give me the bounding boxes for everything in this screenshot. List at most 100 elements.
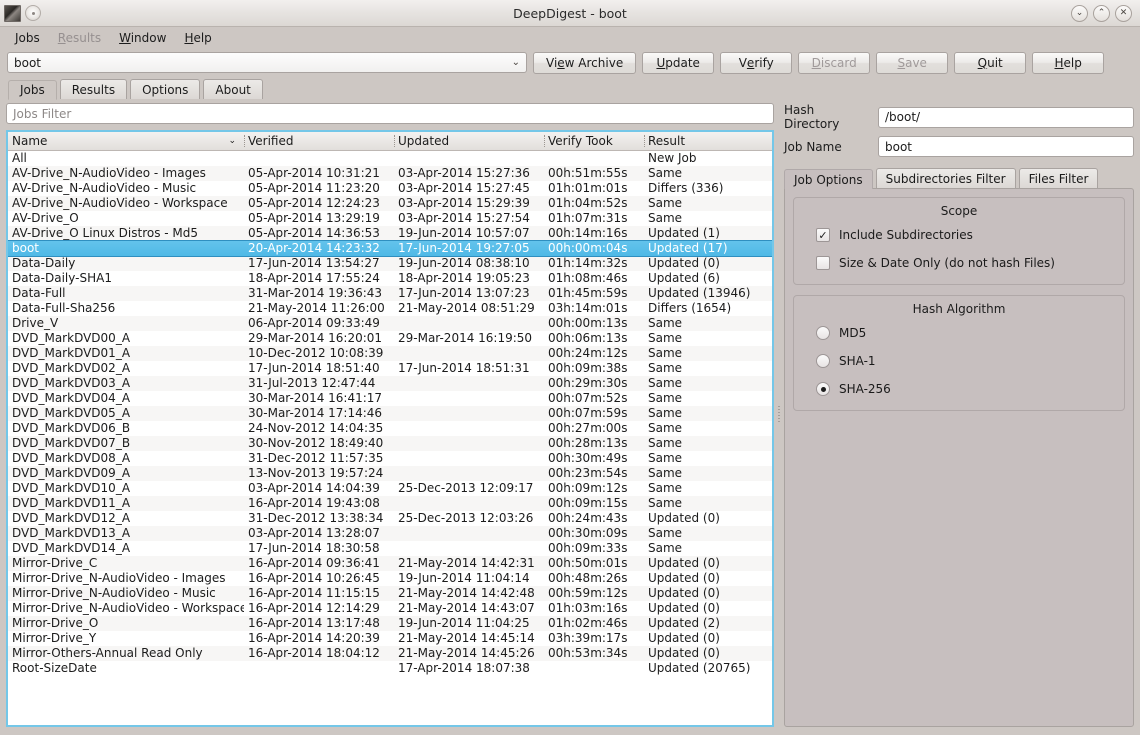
table-row[interactable]: AV-Drive_N-AudioVideo - Music 05-Apr-2014… [8,181,772,196]
menu-window[interactable]: Window [110,29,175,47]
job-name: AV-Drive_N-AudioVideo - Workspace [12,196,228,210]
menu-jobs[interactable]: Jobs [6,29,49,47]
table-row[interactable]: Mirror-Drive_N-AudioVideo - Workspace 16-… [8,601,772,616]
radio-unselected-icon[interactable] [816,326,830,340]
table-row[interactable]: Mirror-Drive_O 16-Apr-2014 13:17:48 19-Jun… [8,616,772,631]
table-row[interactable]: Mirror-Drive_C 16-Apr-2014 09:36:41 21-May… [8,556,772,571]
checkbox-unchecked-icon[interactable] [816,256,830,270]
table-row[interactable]: DVD_MarkDVD13_A 03-Apr-2014 13:28:07 00h:3… [8,526,772,541]
table-row[interactable]: DVD_MarkDVD12_A 31-Dec-2012 13:38:34 25-De… [8,511,772,526]
table-row[interactable]: Data-Full-Sha256 21-May-2014 11:26:00 21-M… [8,301,772,316]
radio-unselected-icon[interactable] [816,354,830,368]
table-row[interactable]: Root-SizeDate 17-Apr-2014 18:07:38 Updated… [8,661,772,676]
menu-help[interactable]: Help [175,29,220,47]
job-name: DVD_MarkDVD02_A [12,361,131,375]
job-verify-took: 01h:45m:59s [548,286,628,300]
table-row[interactable]: DVD_MarkDVD01_A 10-Dec-2012 10:08:39 00h:2… [8,346,772,361]
table-row[interactable]: AV-Drive_N-AudioVideo - Workspace 05-Apr-… [8,196,772,211]
column-header-name[interactable]: Name ⌄ [8,132,244,150]
table-row[interactable]: Mirror-Others-Annual Read Only 16-Apr-201… [8,646,772,661]
jobs-table[interactable]: Name ⌄ Verified Updated Verify Took Resu… [6,130,774,727]
tab-about[interactable]: About [203,79,263,99]
table-row[interactable]: Data-Daily-SHA1 18-Apr-2014 17:55:24 18-Ap… [8,271,772,286]
verify-button[interactable]: Ve rify [720,51,793,74]
table-row[interactable]: DVD_MarkDVD09_A 13-Nov-2013 19:57:24 00h:2… [8,466,772,481]
close-icon[interactable]: ✕ [1115,4,1132,22]
tab-results[interactable]: Results [59,79,128,99]
include-subdirectories-option[interactable]: ✓ Include Subdirectories [816,228,1114,242]
job-verified: 05-Apr-2014 11:23:20 [248,181,380,195]
tab-files-filter[interactable]: Files Filter [1018,168,1099,188]
job-name: boot [12,241,40,255]
table-row[interactable]: DVD_MarkDVD00_A 29-Mar-2014 16:20:01 29-Ma… [8,331,772,346]
tab-subdirectories-filter[interactable]: Subdirectories Filter [875,168,1016,188]
job-name: DVD_MarkDVD04_A [12,391,131,405]
column-header-result[interactable]: Result [644,132,772,150]
table-row[interactable]: DVD_MarkDVD14_A 17-Jun-2014 18:30:58 00h:0… [8,541,772,556]
hash-algorithm-title: Hash Algorithm [912,302,1006,316]
job-verify-took: 00h:06m:13s [548,331,628,345]
job-name-input[interactable]: boot [878,136,1134,157]
size-date-only-option[interactable]: Size & Date Only (do not hash Files) [816,256,1114,270]
hash-algorithm-sha256-label: SHA-256 [839,382,891,396]
table-row[interactable]: DVD_MarkDVD02_A 17-Jun-2014 18:51:40 17-Ju… [8,361,772,376]
table-row[interactable]: AV-Drive_O 05-Apr-2014 13:29:19 03-Apr-201… [8,211,772,226]
hash-algorithm-sha256-option[interactable]: SHA-256 [816,382,1114,396]
table-row[interactable]: AV-Drive_N-AudioVideo - Images 05-Apr-201… [8,166,772,181]
job-verify-took: 00h:00m:04s [548,241,628,255]
table-row[interactable]: Mirror-Drive_N-AudioVideo - Images 16-Apr… [8,571,772,586]
job-name: Mirror-Drive_O [12,616,99,630]
tab-job-options[interactable]: Job Options [784,169,873,189]
jobs-filter-input[interactable]: Jobs Filter [6,103,774,124]
job-verified: 16-Apr-2014 19:43:08 [248,496,380,510]
table-row[interactable]: DVD_MarkDVD06_B 24-Nov-2012 14:04:35 00h:2… [8,421,772,436]
job-selector-combobox[interactable]: boot ⌄ [7,52,527,73]
table-row[interactable]: Data-Full 31-Mar-2014 19:36:43 17-Jun-2014… [8,286,772,301]
table-row[interactable]: DVD_MarkDVD04_A 30-Mar-2014 16:41:17 00h:0… [8,391,772,406]
hash-algorithm-md5-option[interactable]: MD5 [816,326,1114,340]
job-verified: 16-Apr-2014 12:14:29 [248,601,380,615]
table-row[interactable]: Data-Daily 17-Jun-2014 13:54:27 19-Jun-201… [8,256,772,271]
table-row[interactable]: Drive_V 06-Apr-2014 09:33:49 00h:00m:13s Sa… [8,316,772,331]
hash-algorithm-sha1-option[interactable]: SHA-1 [816,354,1114,368]
tab-options[interactable]: Options [130,79,201,99]
scope-title: Scope [940,204,978,218]
table-row[interactable]: DVD_MarkDVD08_A 31-Dec-2012 11:57:35 00h:3… [8,451,772,466]
table-row[interactable]: boot 20-Apr-2014 14:23:32 17-Jun-2014 19:2… [8,240,772,257]
maximize-icon[interactable]: ⌃ [1093,4,1110,22]
job-updated [394,526,544,541]
minimize-icon[interactable]: ⌄ [1071,4,1088,22]
table-row[interactable]: Mirror-Drive_N-AudioVideo - Music 16-Apr-… [8,586,772,601]
help-button[interactable]: Help [1032,51,1105,74]
table-row[interactable]: DVD_MarkDVD07_B 30-Nov-2012 18:49:40 00h:2… [8,436,772,451]
view-archive-button[interactable]: Vi e w Archive [533,51,637,74]
column-header-verified[interactable]: Verified [244,132,394,150]
checkbox-checked-icon[interactable]: ✓ [816,228,830,242]
hash-algorithm-md5-label: MD5 [839,326,867,340]
job-result: Updated (0) [648,256,720,270]
update-button[interactable]: Update [642,51,715,74]
table-row[interactable]: DVD_MarkDVD10_A 03-Apr-2014 14:04:39 25-De… [8,481,772,496]
menu-results: Results [57,30,102,45]
column-header-updated[interactable]: Updated [394,132,544,150]
tab-jobs[interactable]: Jobs [8,80,57,100]
table-row[interactable]: DVD_MarkDVD11_A 16-Apr-2014 19:43:08 00h:0… [8,496,772,511]
table-row[interactable]: All New Job [8,151,772,166]
table-row[interactable]: AV-Drive_O Linux Distros - Md5 05-Apr-201… [8,226,772,241]
quit-button[interactable]: Quit [954,51,1027,74]
radio-selected-icon[interactable] [816,382,830,396]
table-row[interactable]: DVD_MarkDVD05_A 30-Mar-2014 17:14:46 00h:0… [8,406,772,421]
job-updated: 19-Jun-2014 11:04:25 [398,616,530,630]
job-result: Updated (17) [648,241,728,255]
table-row[interactable]: Mirror-Drive_Y 16-Apr-2014 14:20:39 21-May… [8,631,772,646]
column-header-verify-took[interactable]: Verify Took [544,132,644,150]
job-verify-took: 01h:01m:01s [548,181,628,195]
discard-button: Discard [798,51,871,74]
job-verify-took: 01h:02m:46s [548,616,628,630]
table-row[interactable]: DVD_MarkDVD03_A 31-Jul-2013 12:47:44 00h:2… [8,376,772,391]
job-name: DVD_MarkDVD08_A [12,451,131,465]
job-name-row: Job Name boot [784,136,1134,157]
job-verify-took: 00h:24m:43s [548,511,628,525]
pane-splitter[interactable] [774,103,784,727]
hash-directory-input[interactable]: /boot/ [878,106,1134,128]
